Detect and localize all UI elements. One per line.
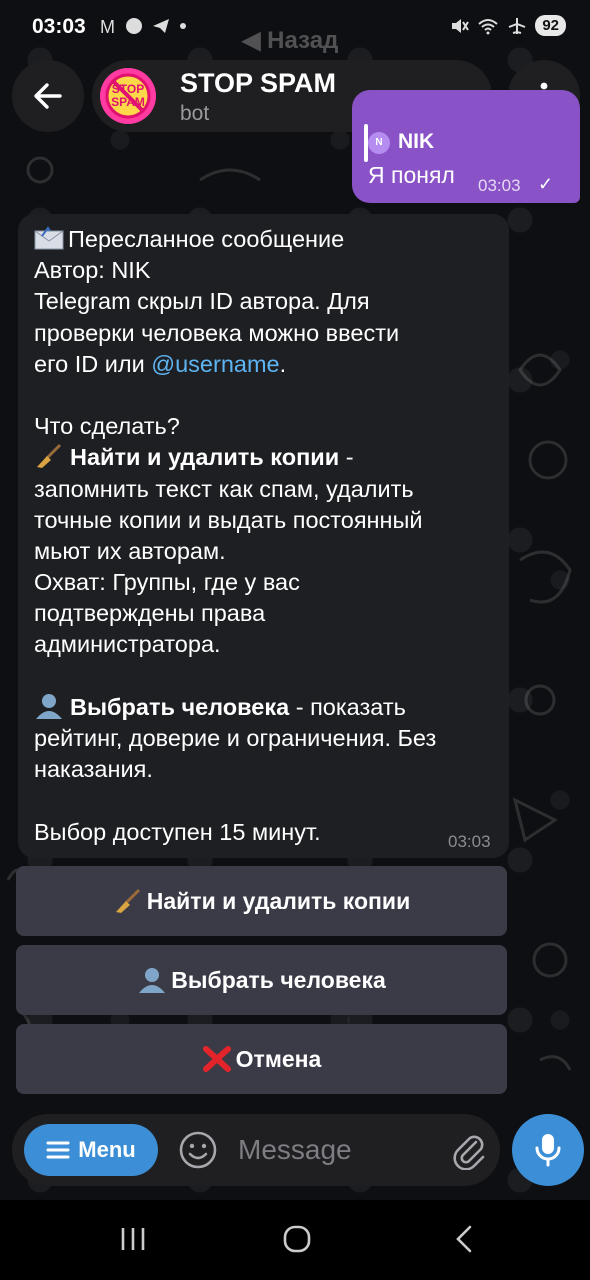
- avatar: STOP SPAM: [100, 68, 156, 124]
- mute-icon: [452, 18, 470, 33]
- message-text: - показать: [289, 693, 406, 720]
- message-input[interactable]: [238, 1128, 438, 1172]
- home-icon[interactable]: [282, 1224, 312, 1254]
- broom-icon: [115, 888, 140, 913]
- wifi-icon: [478, 18, 498, 34]
- outgoing-message-time: 03:03: [478, 176, 521, 195]
- message-line: мьют их авторам.: [34, 537, 226, 564]
- dot-icon: [180, 23, 187, 29]
- message-composer: Menu: [12, 1114, 500, 1186]
- attach-icon[interactable]: [450, 1130, 488, 1170]
- username-link[interactable]: @username: [151, 351, 279, 377]
- message-line: Telegram скрыл ID автора. Для: [34, 288, 370, 315]
- envelope-icon: [34, 226, 64, 250]
- message-line: точные копии и выдать постоянный: [34, 506, 423, 533]
- back-hint: ◀ Назад: [242, 26, 338, 55]
- status-time: 03:03: [32, 15, 86, 38]
- notification-icons: M: [100, 17, 188, 38]
- question-line: Что сделать?: [34, 413, 180, 440]
- option-choose-person-title: Выбрать человека: [70, 693, 290, 720]
- forwarded-label: Пересланное сообщение: [68, 226, 345, 252]
- back-hint-label: Назад: [267, 27, 339, 54]
- airplane-mode-icon: [508, 17, 526, 34]
- broom-icon: [37, 444, 62, 469]
- back-arrow-icon: [34, 83, 62, 109]
- message-line: администратора.: [34, 631, 221, 658]
- recent-apps-icon[interactable]: [118, 1224, 148, 1254]
- chat-title: STOP SPAM: [180, 68, 337, 98]
- hamburger-menu-icon: [46, 1141, 70, 1159]
- cancel-button[interactable]: Отмена: [16, 1024, 507, 1094]
- person-icon: [36, 693, 62, 719]
- message-line: подтверждены права: [34, 600, 266, 627]
- outgoing-message[interactable]: N NIK Я понял 03:03 ✓: [352, 90, 580, 203]
- reply-author-name: NIK: [398, 130, 435, 153]
- bot-message[interactable]: Пересланное сообщение Автор: NIK Telegra…: [18, 214, 509, 858]
- message-text: -: [339, 444, 354, 471]
- gmail-icon: M: [100, 17, 117, 37]
- message-line: Найти и удалить копии -: [34, 442, 496, 473]
- back-hint-icon: ◀: [242, 27, 261, 54]
- author-line: Автор: NIK: [34, 257, 151, 284]
- message-text: его ID или: [34, 350, 152, 377]
- cross-mark-icon: [202, 1046, 231, 1072]
- find-delete-copies-label: Найти и удалить копии: [146, 887, 411, 914]
- menu-label: Menu: [78, 1137, 136, 1162]
- emoji-icon[interactable]: [178, 1130, 218, 1170]
- outgoing-message-text: Я понял: [368, 162, 455, 188]
- telegram-icon: [153, 19, 170, 33]
- option-find-delete-title: Найти и удалить копии: [70, 444, 340, 471]
- message-text: .: [279, 350, 287, 377]
- stop-spam-logo: STOP SPAM: [100, 68, 156, 124]
- message-line: Выбрать человека - показать: [34, 692, 496, 723]
- back-button[interactable]: [12, 60, 84, 132]
- message-line: проверки человека можно ввести: [34, 319, 400, 346]
- bot-menu-button[interactable]: Menu: [24, 1124, 158, 1176]
- message-line: Пересланное сообщение: [34, 224, 496, 255]
- choose-person-button[interactable]: Выбрать человека: [16, 945, 507, 1015]
- message-line: Охват: Группы, где у вас: [34, 569, 300, 596]
- voice-message-button[interactable]: [512, 1114, 584, 1186]
- message-line: запомнить текст как спам, удалить: [34, 475, 414, 502]
- message-line: наказания.: [34, 756, 153, 783]
- microphone-icon: [535, 1134, 561, 1167]
- messenger-icon: [126, 18, 143, 34]
- back-nav-icon[interactable]: [450, 1224, 480, 1254]
- bot-message-body: Пересланное сообщение Автор: NIK Telegra…: [34, 224, 496, 848]
- system-navigation-bar: [0, 1200, 590, 1280]
- read-check-icon: ✓: [538, 174, 554, 194]
- person-icon: [139, 968, 166, 993]
- battery-indicator: 92: [535, 15, 566, 36]
- choose-person-label: Выбрать человека: [171, 966, 386, 993]
- bot-message-time: 03:03: [448, 832, 491, 851]
- message-line: рейтинг, доверие и ограничения. Без: [34, 725, 437, 751]
- message-line: его ID или @username.: [34, 349, 496, 380]
- status-right-icons: 92: [449, 15, 566, 36]
- footer-line: Выбор доступен 15 минут.: [34, 818, 321, 845]
- cancel-label: Отмена: [235, 1045, 322, 1072]
- reply-avatar: N: [368, 132, 390, 154]
- chat-subtitle: bot: [180, 102, 210, 125]
- find-delete-copies-button[interactable]: Найти и удалить копии: [16, 866, 507, 936]
